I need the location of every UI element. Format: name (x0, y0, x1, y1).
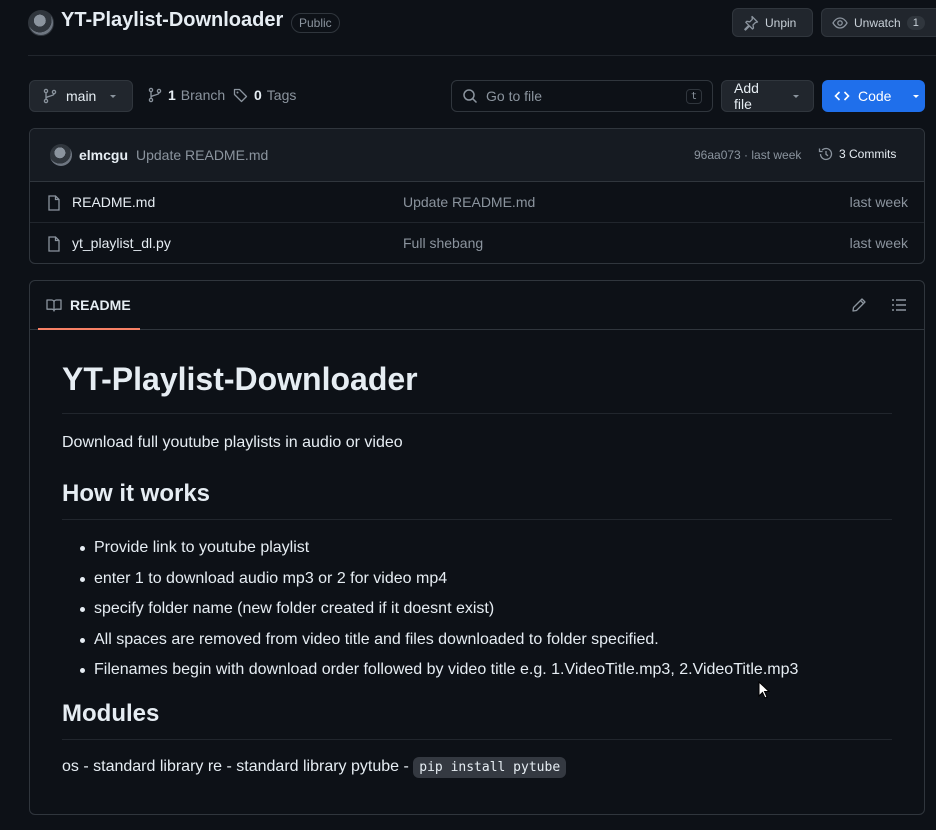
file-name[interactable]: README.md (72, 194, 155, 210)
commit-author-avatar[interactable] (50, 144, 72, 166)
readme-title: YT-Playlist-Downloader (62, 361, 892, 414)
add-file-label: Add file (734, 80, 759, 112)
branch-label: Branch (180, 87, 226, 103)
file-table: elmcgu Update README.md 96aa073 · last w… (29, 128, 925, 264)
caret-down-icon (791, 91, 801, 101)
unpin-button[interactable]: Unpin (732, 8, 813, 37)
tag-label: Tags (266, 87, 297, 103)
commit-message[interactable]: Update README.md (136, 147, 268, 163)
section-modules-heading: Modules (62, 699, 892, 740)
section-how-it-works-heading: How it works (62, 479, 892, 520)
file-icon (47, 236, 61, 252)
tag-count: 0 (254, 87, 262, 103)
list-item: enter 1 to download audio mp3 or 2 for v… (62, 567, 892, 591)
caret-down-icon (108, 91, 118, 101)
file-commit-message[interactable]: Update README.md (403, 194, 535, 210)
readme-intro: Download full youtube playlists in audio… (62, 434, 403, 451)
readme-content: YT-Playlist-Downloader Download full you… (62, 361, 892, 780)
list-icon[interactable] (891, 297, 907, 313)
inline-code: pip install pytube (413, 757, 567, 778)
list-item: All spaces are removed from video title … (62, 628, 892, 652)
file-commit-date: last week (849, 194, 908, 210)
tags-link[interactable]: 0 Tags (233, 87, 296, 103)
unwatch-button[interactable]: Unwatch 1 (821, 8, 936, 37)
file-row[interactable]: yt_playlist_dl.py Full shebang last week (30, 223, 924, 263)
commit-author[interactable]: elmcgu (79, 147, 128, 163)
mouse-cursor-icon (758, 681, 770, 699)
list-item: specify folder name (new folder created … (62, 597, 892, 621)
git-branch-icon (42, 88, 58, 104)
latest-commit-bar: elmcgu Update README.md 96aa073 · last w… (30, 129, 924, 182)
commits-link[interactable]: 3 Commits (818, 146, 896, 162)
file-commit-date: last week (849, 235, 908, 251)
modules-paragraph: os - standard library re - standard libr… (62, 755, 892, 780)
file-row[interactable]: README.md Update README.md last week (30, 182, 924, 223)
repo-name[interactable]: YT-Playlist-Downloader (61, 9, 283, 32)
search-icon (462, 88, 478, 104)
history-icon (818, 146, 834, 162)
caret-down-icon (911, 91, 921, 101)
commits-label: 3 Commits (839, 147, 897, 161)
git-branch-icon (147, 87, 163, 103)
branch-name: main (66, 88, 97, 104)
add-file-button[interactable]: Add file (721, 80, 814, 112)
branch-select-button[interactable]: main (29, 80, 133, 112)
readme-tab-label: README (70, 296, 131, 313)
tag-icon (233, 87, 249, 103)
readme-header: README (30, 281, 924, 330)
branch-count: 1 (168, 87, 176, 103)
list-item: Provide link to youtube playlist (62, 536, 892, 560)
how-it-works-list: Provide link to youtube playlist enter 1… (62, 536, 892, 682)
list-item: Filenames begin with download order foll… (62, 658, 892, 682)
visibility-badge: Public (291, 13, 340, 33)
watch-count-badge: 1 (906, 15, 925, 30)
header-divider (28, 55, 936, 56)
repo-owner-avatar[interactable] (28, 10, 54, 36)
go-to-file-placeholder: Go to file (486, 88, 543, 104)
shortcut-key: t (685, 88, 702, 104)
unwatch-label: Unwatch (854, 15, 901, 30)
code-button[interactable]: Code (822, 80, 925, 112)
modules-text: os - standard library re - standard libr… (62, 758, 414, 775)
branches-link[interactable]: 1 Branch (147, 87, 225, 103)
pin-icon (743, 15, 759, 31)
unpin-label: Unpin (765, 15, 797, 30)
code-icon (834, 88, 850, 104)
eye-icon (832, 15, 848, 31)
code-label: Code (858, 88, 892, 104)
go-to-file-input[interactable]: Go to file t (451, 80, 713, 112)
pencil-icon[interactable] (851, 297, 867, 313)
file-name[interactable]: yt_playlist_dl.py (72, 235, 171, 251)
tab-readme[interactable]: README (38, 281, 140, 330)
file-icon (47, 195, 61, 211)
commit-hash-time[interactable]: 96aa073 · last week (694, 148, 801, 162)
readme-panel: README YT-Playlist-Downloader Download f… (29, 280, 925, 815)
book-icon (46, 297, 62, 313)
file-commit-message[interactable]: Full shebang (403, 235, 483, 251)
